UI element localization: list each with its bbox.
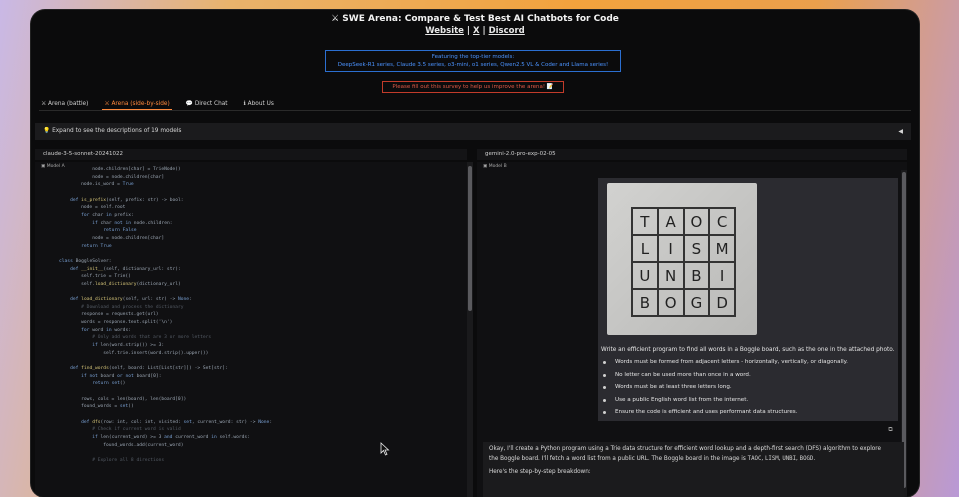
boggle-cell: I bbox=[657, 235, 684, 262]
boggle-cell: B bbox=[632, 289, 658, 316]
tab-arena-battle[interactable]: ⚔ Arena (battle) bbox=[39, 100, 90, 110]
boggle-cell: L bbox=[632, 235, 658, 262]
response-text: Okay, I'll create a Python program using… bbox=[489, 446, 881, 475]
code-block: node.children[char] = TrieNode() node = … bbox=[59, 167, 273, 463]
prompt-intro: Write an efficient program to find all w… bbox=[601, 347, 895, 353]
list-item: Words must be at least three letters lon… bbox=[598, 384, 848, 397]
website-link[interactable]: Website bbox=[425, 26, 464, 36]
prompt-requirements: Words must be formed from adjacent lette… bbox=[598, 359, 848, 422]
boggle-cell: I bbox=[709, 262, 735, 289]
boggle-cell: A bbox=[657, 208, 684, 235]
boggle-cell: O bbox=[657, 289, 684, 316]
model-b-response: Okay, I'll create a Python program using… bbox=[483, 442, 904, 497]
boggle-cell: M bbox=[709, 235, 735, 262]
boggle-cell: S bbox=[683, 235, 710, 262]
swords-icon: ⚔ bbox=[331, 14, 340, 24]
tab-about-us[interactable]: ℹ About Us bbox=[242, 100, 276, 110]
boggle-cell: C bbox=[709, 208, 735, 235]
chevron-left-icon[interactable]: ◀ bbox=[898, 123, 903, 140]
tab-arena-side-by-side[interactable]: ⚔ Arena (side-by-side) bbox=[102, 100, 172, 110]
boggle-cell: O bbox=[683, 208, 710, 235]
header-links: Website | X | Discord bbox=[425, 26, 525, 36]
survey-link[interactable]: Please fill out this survey to help us i… bbox=[382, 81, 564, 93]
mouse-cursor-icon bbox=[380, 442, 390, 456]
user-prompt-card: TAOCLISMUNBIBOGD Write an efficient prog… bbox=[598, 178, 898, 421]
tab-direct-chat[interactable]: 💬 Direct Chat bbox=[184, 100, 230, 110]
featured-models-box: Featuring the top-tier models: DeepSeek-… bbox=[325, 50, 621, 72]
copy-icon[interactable]: ⧉ bbox=[886, 426, 895, 434]
swords-icon: ⚔ bbox=[41, 101, 47, 107]
model-b-label: ▣ Model B bbox=[483, 164, 507, 169]
list-item: Ensure the code is efficient and uses pe… bbox=[598, 409, 848, 422]
boggle-cell: T bbox=[632, 208, 658, 235]
tab-divider bbox=[39, 110, 911, 111]
model-b-scroll-thumb[interactable] bbox=[902, 172, 906, 488]
model-b-header: gemini-2.0-pro-exp-02-05 bbox=[477, 149, 907, 160]
swords-icon: ⚔ bbox=[104, 101, 110, 107]
model-a-pane: ▣ Model A node.children[char] = TrieNode… bbox=[35, 162, 467, 497]
app-window: ⚔ SWE Arena: Compare & Test Best AI Chat… bbox=[31, 10, 919, 497]
discord-link[interactable]: Discord bbox=[489, 26, 525, 36]
list-item: No letter can be used more than once in … bbox=[598, 372, 848, 385]
boggle-grid: TAOCLISMUNBIBOGD bbox=[631, 207, 736, 317]
model-a-header: claude-3-5-sonnet-20241022 bbox=[35, 149, 467, 160]
boggle-cell: G bbox=[683, 289, 710, 316]
page-header: ⚔ SWE Arena: Compare & Test Best AI Chat… bbox=[31, 14, 919, 36]
boggle-board-photo: TAOCLISMUNBIBOGD bbox=[607, 183, 757, 335]
boggle-cell: N bbox=[657, 262, 684, 289]
page-title: ⚔ SWE Arena: Compare & Test Best AI Chat… bbox=[331, 14, 619, 24]
list-item: Use a public English word list from the … bbox=[598, 397, 848, 410]
boggle-cell: D bbox=[709, 289, 735, 316]
model-a-scroll-thumb[interactable] bbox=[468, 166, 472, 311]
boggle-cell: B bbox=[683, 262, 710, 289]
model-descriptions-accordion[interactable]: 💡 Expand to see the descriptions of 19 m… bbox=[35, 123, 911, 140]
list-item: Words must be formed from adjacent lette… bbox=[598, 359, 848, 372]
lightbulb-icon: 💡 bbox=[43, 128, 51, 134]
memo-icon: 📝 bbox=[546, 84, 554, 90]
speech-bubble-icon: 💬 bbox=[185, 101, 193, 107]
boggle-cell: U bbox=[632, 262, 658, 289]
info-icon: ℹ bbox=[243, 101, 246, 107]
tab-bar: ⚔ Arena (battle) ⚔ Arena (side-by-side) … bbox=[39, 100, 276, 110]
